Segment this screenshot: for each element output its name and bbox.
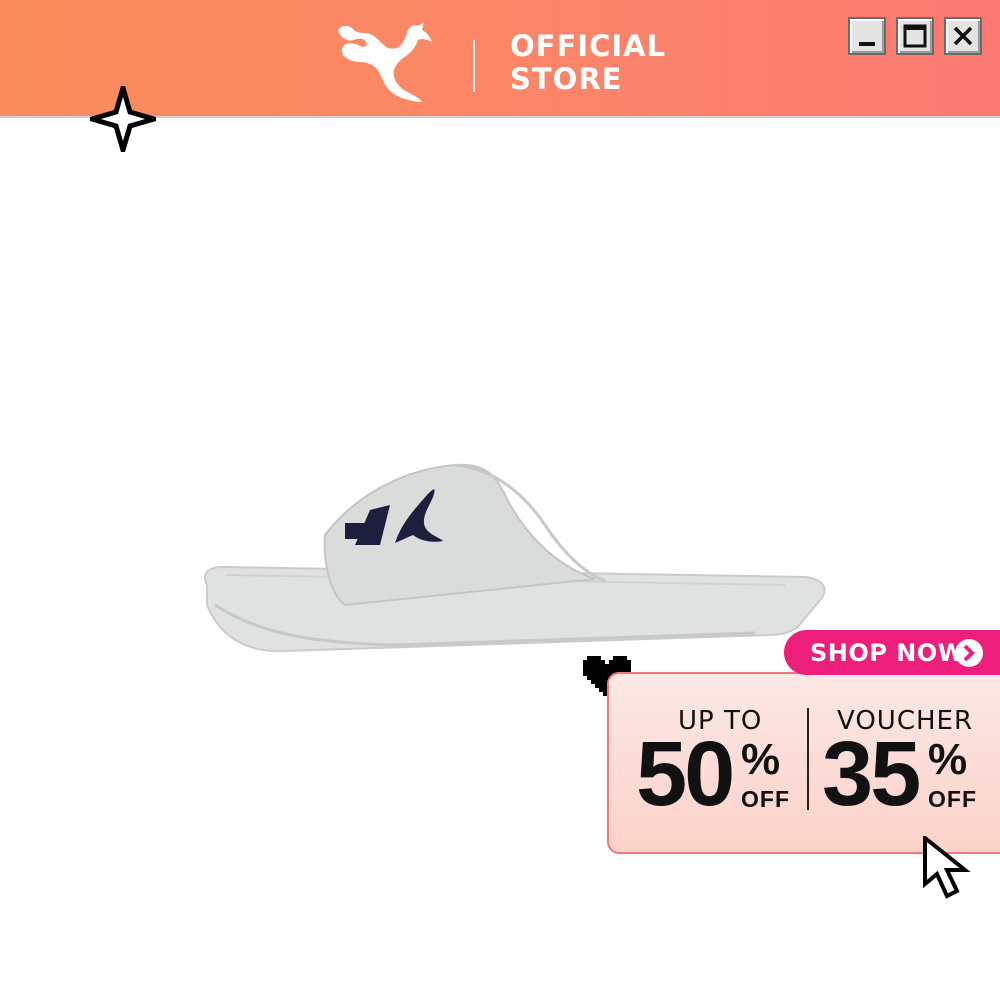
chevron-right-circle-icon — [955, 639, 983, 667]
voucher-suffix: OFF — [928, 786, 977, 812]
puma-logo-icon — [338, 22, 432, 102]
voucher-value: 35 — [822, 723, 921, 825]
shop-now-button[interactable]: SHOP NOW — [784, 630, 1000, 675]
maximize-icon — [903, 24, 927, 48]
header-divider — [473, 40, 475, 92]
discount-suffix: OFF — [741, 786, 790, 812]
shop-now-label: SHOP NOW — [810, 639, 965, 667]
maximize-button[interactable] — [896, 17, 934, 55]
discount-percent: % — [741, 735, 781, 784]
minimize-button[interactable] — [848, 17, 886, 55]
store-line-1: OFFICIAL — [510, 29, 667, 63]
close-icon — [953, 26, 973, 46]
close-button[interactable] — [944, 17, 982, 55]
sparkle-icon — [90, 86, 156, 152]
product-image-slide-sandal — [204, 463, 826, 653]
official-store-label: OFFICIAL STORE — [510, 30, 666, 96]
store-line-2: STORE — [510, 62, 623, 96]
promo-divider — [807, 708, 809, 810]
cursor-arrow-icon — [923, 836, 971, 899]
voucher-percent: % — [928, 735, 968, 784]
minimize-icon — [859, 42, 875, 46]
discount-value: 50 — [636, 723, 735, 825]
